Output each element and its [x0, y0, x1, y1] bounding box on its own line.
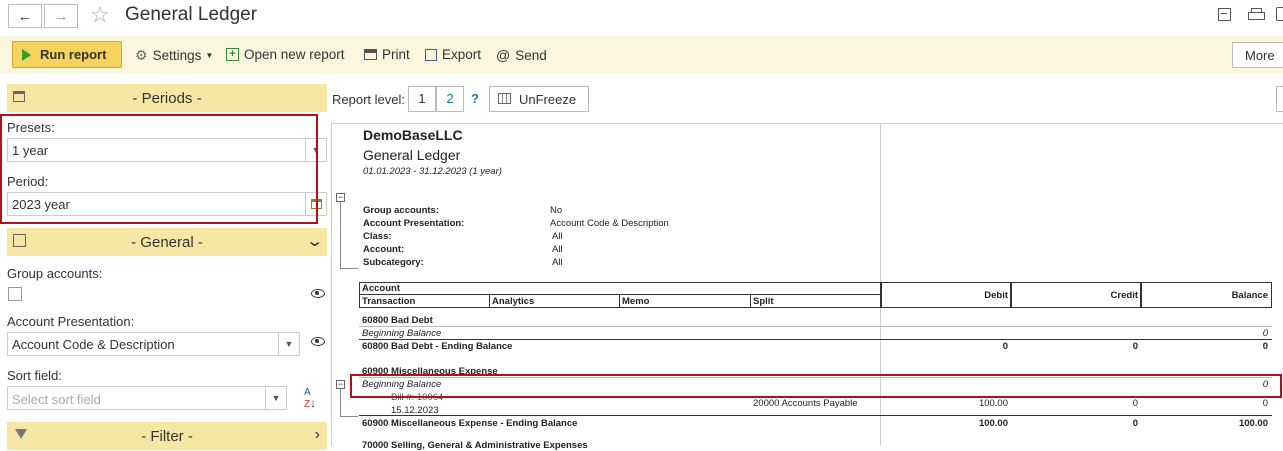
- window-title: General Ledger: [125, 4, 258, 25]
- chevron-down-icon: ⌄: [304, 233, 324, 250]
- param-label: Account Presentation:: [363, 218, 465, 229]
- collapse-line: [340, 202, 341, 268]
- col-header-memo: Memo: [622, 296, 650, 307]
- report-level-2-button[interactable]: 2: [436, 86, 464, 112]
- back-button[interactable]: ←: [8, 4, 42, 28]
- settings-icon: ⚙: [135, 47, 148, 63]
- col-header-account: Account: [362, 283, 400, 294]
- settings-button[interactable]: ⚙ Settings ▼: [135, 47, 213, 64]
- col-header-analytics: Analytics: [492, 296, 535, 307]
- param-label: Class:: [363, 231, 392, 242]
- chevron-down-icon: ▼: [205, 51, 214, 60]
- periods-section-header[interactable]: - Periods -: [7, 84, 327, 112]
- transaction-balance: 0: [1262, 398, 1268, 409]
- print-button[interactable]: Print: [364, 47, 410, 62]
- save-icon: [425, 48, 437, 61]
- param-value: All: [552, 231, 563, 242]
- param-value: All: [552, 257, 563, 268]
- print-icon: [364, 49, 377, 60]
- header-col-divider: [750, 294, 751, 308]
- param-label: Account:: [363, 244, 405, 255]
- eye-icon[interactable]: [311, 289, 325, 298]
- arrow-left-icon: ←: [17, 7, 33, 25]
- param-label: Subcategory:: [363, 257, 424, 268]
- account-title: 60800 Bad Debt: [362, 315, 433, 326]
- row-separator: [359, 326, 1272, 327]
- open-new-report-button[interactable]: + Open new report: [226, 47, 345, 62]
- col-header-balance: Balance: [1231, 290, 1268, 301]
- report-name: General Ledger: [363, 147, 461, 163]
- ending-debit: 100.00: [978, 418, 1008, 429]
- ending-credit: 0: [1132, 341, 1138, 352]
- chevron-down-icon[interactable]: ▼: [265, 387, 286, 409]
- eye-icon[interactable]: [311, 337, 325, 346]
- row-separator: [359, 339, 1272, 340]
- play-icon: [22, 48, 31, 61]
- sort-field-select[interactable]: Select sort field ▼: [7, 386, 287, 410]
- ending-balance: 0: [1262, 341, 1268, 352]
- ending-debit: 0: [1002, 341, 1008, 352]
- report-period: 01.01.2023 - 31.12.2023 (1 year): [363, 166, 502, 177]
- general-section-header[interactable]: - General - ⌄: [7, 228, 327, 256]
- report-company: DemoBaseLLC: [363, 127, 463, 143]
- sort-field-label: Sort field:: [7, 368, 62, 383]
- chevron-down-icon[interactable]: ▼: [278, 333, 299, 355]
- ending-balance: 100.00: [1238, 418, 1268, 429]
- col-header-transaction: Transaction: [362, 296, 416, 307]
- collapse-line: [340, 416, 358, 417]
- header-box-left: [359, 282, 881, 308]
- col-header-debit: Debit: [984, 290, 1008, 301]
- ending-balance-label: 60900 Miscellaneous Expense - Ending Bal…: [362, 418, 578, 429]
- send-button[interactable]: @ Send: [496, 47, 547, 63]
- ending-credit: 0: [1132, 418, 1138, 429]
- col-header-split: Split: [753, 296, 774, 307]
- save-icon[interactable]: [1218, 8, 1231, 21]
- report-level-1-button[interactable]: 1: [408, 86, 436, 112]
- beginning-balance-value: 0: [1262, 328, 1268, 339]
- export-button[interactable]: Export: [425, 47, 481, 62]
- highlight-box-beginning-balance: [350, 374, 1282, 398]
- param-label: Group accounts:: [363, 205, 440, 216]
- collapse-params-button[interactable]: −: [336, 193, 345, 202]
- param-value: All: [552, 244, 563, 255]
- more-window-icon[interactable]: [1276, 7, 1283, 21]
- param-value: Account Code & Description: [550, 218, 669, 229]
- header-col-divider: [489, 294, 490, 308]
- group-accounts-checkbox[interactable]: [8, 287, 22, 301]
- highlight-box-periods: [0, 114, 318, 224]
- transaction-credit: 0: [1132, 398, 1138, 409]
- report-frame-left: [331, 123, 332, 446]
- unfreeze-button[interactable]: UnFreeze: [489, 86, 589, 112]
- row-separator: [359, 415, 1272, 416]
- report-frame-top: [331, 123, 1283, 124]
- chevron-right-icon: ›: [314, 426, 320, 443]
- transaction-debit: 100.00: [978, 398, 1008, 409]
- collapse-line: [340, 389, 341, 416]
- param-value: No: [550, 205, 563, 216]
- star-icon[interactable]: ☆: [90, 2, 110, 28]
- collapse-account-button[interactable]: −: [336, 380, 345, 389]
- print-icon[interactable]: [1248, 8, 1265, 21]
- header-col-divider: [619, 294, 620, 308]
- beginning-balance-label: Beginning Balance: [362, 328, 442, 339]
- help-icon[interactable]: ?: [471, 91, 479, 106]
- arrow-right-icon: →: [53, 7, 69, 25]
- sort-az-icon[interactable]: A Z↓: [304, 388, 316, 410]
- forward-button[interactable]: →: [44, 4, 78, 28]
- group-accounts-label: Group accounts:: [7, 266, 103, 281]
- account-presentation-select[interactable]: Account Code & Description ▼: [7, 332, 300, 356]
- account-presentation-label: Account Presentation:: [7, 314, 135, 329]
- ending-balance-label: 60800 Bad Debt - Ending Balance: [362, 341, 513, 352]
- at-icon: @: [496, 47, 511, 63]
- col-header-credit: Credit: [1110, 290, 1138, 301]
- report-panel-button[interactable]: [1276, 86, 1283, 112]
- new-report-icon: +: [226, 48, 239, 61]
- transaction-split: 20000 Accounts Payable: [753, 398, 858, 409]
- collapse-line: [340, 268, 358, 269]
- header-divider: [359, 294, 881, 295]
- report-level-label: Report level:: [332, 92, 405, 107]
- table-icon: [498, 93, 511, 104]
- more-button[interactable]: More: [1232, 42, 1283, 68]
- run-report-button[interactable]: Run report: [12, 41, 122, 68]
